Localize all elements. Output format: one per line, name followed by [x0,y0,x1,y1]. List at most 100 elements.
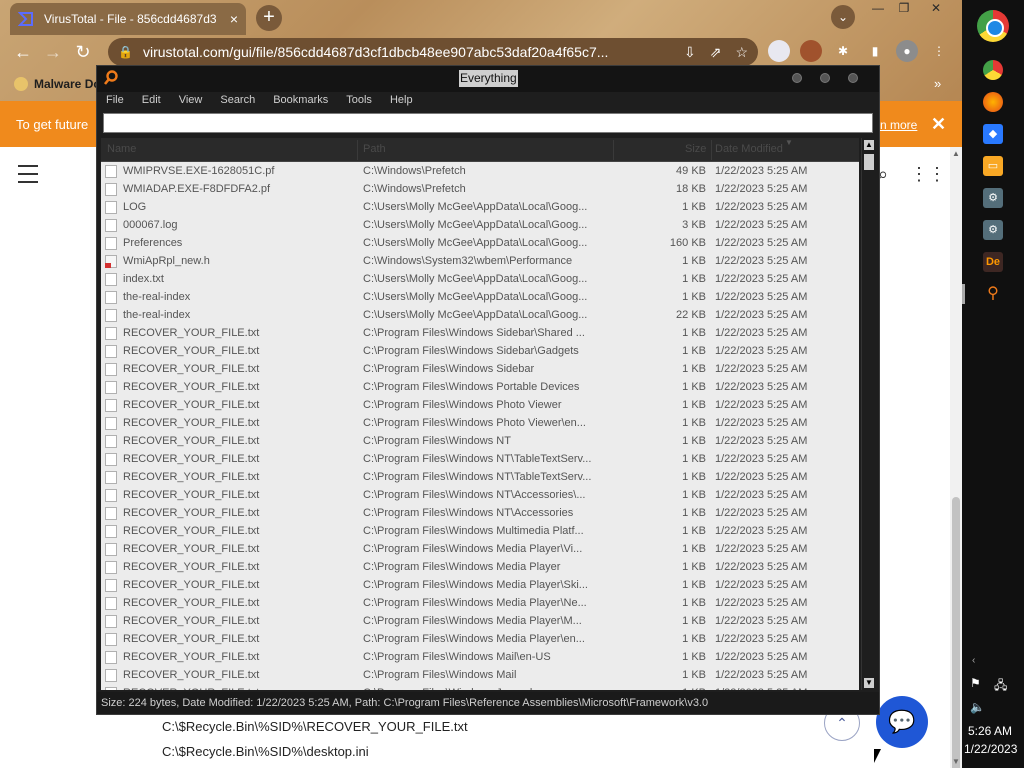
result-row[interactable]: 000067.log C:\Users\Molly McGee\AppData\L… [101,216,859,234]
firefox-icon[interactable] [983,92,1003,112]
result-row[interactable]: index.txt C:\Users\Molly McGee\AppData\Lo… [101,270,859,288]
side-panel-icon[interactable]: ▮ [864,40,886,62]
de-app-icon[interactable]: De [983,252,1003,272]
scroll-down-icon[interactable]: ▼ [864,678,874,688]
file-explorer-icon[interactable]: ▭ [983,156,1003,176]
clock-time[interactable]: 5:26 AM [968,724,1012,738]
result-row[interactable]: RECOVER_YOUR_FILE.txt C:\Program Files\Wi… [101,432,859,450]
result-row[interactable]: RECOVER_YOUR_FILE.txt C:\Program Files\Wi… [101,684,859,690]
result-row[interactable]: RECOVER_YOUR_FILE.txt C:\Program Files\Wi… [101,360,859,378]
result-row[interactable]: RECOVER_YOUR_FILE.txt C:\Program Files\Wi… [101,648,859,666]
network-icon[interactable]: 🖧 [994,676,1007,697]
back-arrow-icon[interactable]: ← [8,38,38,66]
everything-titlebar[interactable]: Everything [97,66,879,92]
tab-virustotal[interactable]: VirusTotal - File - 856cdd4687d3 × [10,3,246,35]
column-size[interactable]: Size [685,143,706,155]
forward-arrow-icon[interactable]: → [38,38,68,66]
menu-view[interactable]: View [170,92,212,112]
banner-learn-more-link[interactable]: n more [880,118,917,132]
results-list[interactable]: WMIPRVSE.EXE-1628051C.pf C:\Windows\Prefe… [101,162,859,690]
tab-search-chevron-icon[interactable]: ⌄ [831,5,855,29]
menu-help[interactable]: Help [381,92,422,112]
result-row[interactable]: RECOVER_YOUR_FILE.txt C:\Program Files\Wi… [101,594,859,612]
menu-file[interactable]: File [97,92,133,112]
column-divider[interactable] [357,140,358,160]
share-icon[interactable]: ⇗ [710,44,722,61]
column-date-modified[interactable]: Date Modified [715,143,783,155]
tool-icon[interactable]: ⚙ [983,220,1003,240]
result-row[interactable]: RECOVER_YOUR_FILE.txt C:\Program Files\Wi… [101,576,859,594]
everything-taskbar-icon[interactable]: ⚲ [983,284,1003,304]
column-divider[interactable] [711,140,712,160]
volume-icon[interactable]: 🔈 [970,700,985,714]
bookmarks-overflow-icon[interactable]: » [934,76,941,91]
result-row[interactable]: RECOVER_YOUR_FILE.txt C:\Program Files\Wi… [101,666,859,684]
hamburger-menu-icon[interactable] [18,165,38,189]
start-button-icon[interactable] [977,10,1009,42]
column-name[interactable]: Name [107,143,136,155]
menu-edit[interactable]: Edit [133,92,170,112]
minimize-button[interactable]: — [866,0,890,18]
result-row[interactable]: RECOVER_YOUR_FILE.txt C:\Program Files\Wi… [101,504,859,522]
file-name: RECOVER_YOUR_FILE.txt [123,417,260,429]
file-name: RECOVER_YOUR_FILE.txt [123,651,260,663]
tab-close-icon[interactable]: × [230,11,238,27]
file-icon [105,363,117,376]
result-row[interactable]: RECOVER_YOUR_FILE.txt C:\Program Files\Wi… [101,486,859,504]
menu-search[interactable]: Search [211,92,264,112]
scroll-up-icon[interactable]: ▲ [864,140,874,150]
result-row[interactable]: RECOVER_YOUR_FILE.txt C:\Program Files\Wi… [101,378,859,396]
profile-extension-icon[interactable] [800,40,822,62]
clock-date[interactable]: 1/22/2023 [964,742,1017,756]
result-row[interactable]: WMIPRVSE.EXE-1628051C.pf C:\Windows\Prefe… [101,162,859,180]
result-row[interactable]: LOG C:\Users\Molly McGee\AppData\Local\Go… [101,198,859,216]
file-date: 1/22/2023 5:25 AM [715,453,808,465]
scroll-thumb[interactable] [864,154,874,170]
result-row[interactable]: RECOVER_YOUR_FILE.txt C:\Program Files\Wi… [101,396,859,414]
address-bar[interactable]: 🔒 virustotal.com/gui/file/856cdd4687d3cf… [108,38,758,66]
everything-close-button[interactable] [848,73,858,83]
chrome-icon[interactable] [983,60,1003,80]
page-scrollbar[interactable]: ▲ ▼ [950,147,962,768]
result-row[interactable]: RECOVER_YOUR_FILE.txt C:\Program Files\Wi… [101,540,859,558]
result-row[interactable]: WMIADAP.EXE-F8DFDFA2.pf C:\Windows\Prefet… [101,180,859,198]
profile-avatar-icon[interactable]: ● [896,40,918,62]
result-row[interactable]: Preferences C:\Users\Molly McGee\AppData\… [101,234,859,252]
result-row[interactable]: RECOVER_YOUR_FILE.txt C:\Program Files\Wi… [101,414,859,432]
puzzle-extensions-icon[interactable]: ✱ [832,40,854,62]
result-row[interactable]: RECOVER_YOUR_FILE.txt C:\Program Files\Wi… [101,468,859,486]
menu-bookmarks[interactable]: Bookmarks [264,92,337,112]
action-center-flag-icon[interactable]: ⚑ [970,676,981,690]
menu-tools[interactable]: Tools [337,92,381,112]
result-row[interactable]: RECOVER_YOUR_FILE.txt C:\Program Files\Wi… [101,522,859,540]
result-row[interactable]: RECOVER_YOUR_FILE.txt C:\Program Files\Wi… [101,324,859,342]
result-row[interactable]: RECOVER_YOUR_FILE.txt C:\Program Files\Wi… [101,630,859,648]
everything-maximize-button[interactable] [820,73,830,83]
reload-icon[interactable]: ↻ [68,38,98,66]
tray-overflow-icon[interactable]: ‹ [972,655,975,666]
result-row[interactable]: RECOVER_YOUR_FILE.txt C:\Program Files\Wi… [101,450,859,468]
result-row[interactable]: the-real-index C:\Users\Molly McGee\AppDa… [101,288,859,306]
result-row[interactable]: RECOVER_YOUR_FILE.txt C:\Program Files\Wi… [101,558,859,576]
column-path[interactable]: Path [363,143,386,155]
bookmark-star-icon[interactable]: ☆ [735,44,748,61]
chat-bubble-icon[interactable]: 💬 [876,696,928,748]
result-row[interactable]: the-real-index C:\Users\Molly McGee\AppDa… [101,306,859,324]
maximize-button[interactable]: ❐ [892,0,916,18]
bookmark-malware[interactable]: Malware Do [34,77,101,91]
new-tab-button[interactable]: + [256,5,282,31]
tool-icon[interactable]: ⚙ [983,188,1003,208]
everything-search-input[interactable] [103,113,873,133]
kebab-menu-icon[interactable]: ⋮ [928,40,950,62]
download-icon[interactable]: ⇩ [684,44,696,61]
result-row[interactable]: RECOVER_YOUR_FILE.txt C:\Program Files\Wi… [101,612,859,630]
network-app-icon[interactable]: ◆ [983,124,1003,144]
result-row[interactable]: WmiApRpl_new.h C:\Windows\System32\wbem\P… [101,252,859,270]
close-button[interactable]: ✕ [924,0,948,18]
banner-close-icon[interactable]: ✕ [931,114,946,135]
extension-flag-icon[interactable] [768,40,790,62]
results-scrollbar[interactable]: ▲ ▼ [861,138,875,690]
column-divider[interactable] [613,140,614,160]
result-row[interactable]: RECOVER_YOUR_FILE.txt C:\Program Files\Wi… [101,342,859,360]
everything-minimize-button[interactable] [792,73,802,83]
